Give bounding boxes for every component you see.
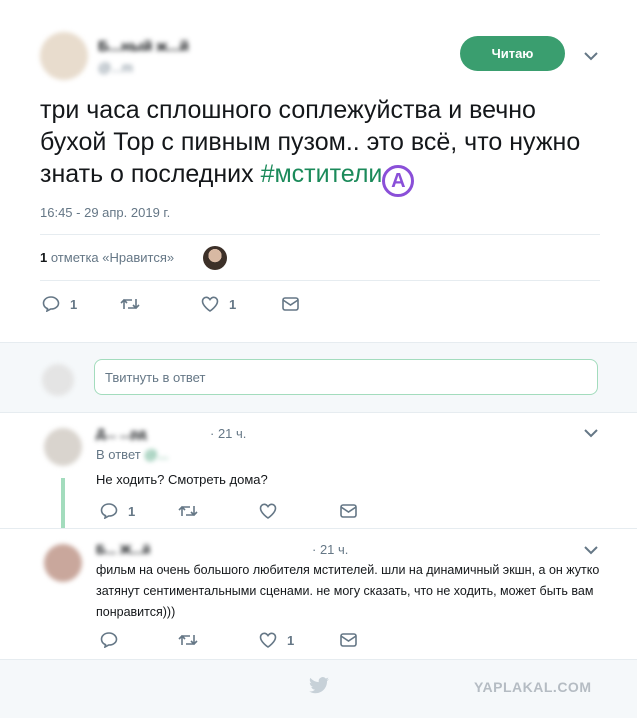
reply-button[interactable]: 1 bbox=[42, 296, 77, 312]
tweet-text: три часа сплошного соплежуйства и вечно … bbox=[40, 94, 600, 197]
reply-count: 1 bbox=[128, 503, 136, 519]
divider bbox=[0, 659, 637, 660]
retweet-button[interactable] bbox=[120, 297, 140, 311]
likes-summary[interactable]: 1 отметка «Нравится» bbox=[40, 250, 174, 265]
avengers-emoji-icon: A bbox=[382, 165, 415, 197]
like-button[interactable] bbox=[259, 503, 277, 519]
likes-count: 1 bbox=[40, 250, 48, 265]
author-handle[interactable]: @...m bbox=[98, 60, 133, 75]
mail-icon bbox=[282, 297, 299, 311]
divider bbox=[40, 280, 600, 281]
reply-time[interactable]: · 21 ч. bbox=[312, 542, 348, 557]
divider bbox=[40, 234, 600, 235]
reply-author-name[interactable]: Б... Ж...й bbox=[96, 542, 150, 557]
reply-time[interactable]: · 21 ч. bbox=[210, 426, 246, 441]
author-avatar[interactable] bbox=[40, 32, 88, 80]
dm-button[interactable] bbox=[340, 633, 357, 647]
twitter-bird-icon bbox=[309, 677, 329, 694]
reply-icon bbox=[100, 503, 118, 519]
follow-button[interactable]: Читаю bbox=[460, 36, 565, 71]
retweet-icon bbox=[178, 505, 198, 517]
reply-icon bbox=[100, 632, 118, 648]
watermark: YAPLAKAL.COM bbox=[474, 679, 592, 695]
reply-count: 1 bbox=[70, 296, 78, 312]
like-button[interactable]: 1 bbox=[201, 296, 236, 312]
reply-to-handle[interactable]: @... bbox=[144, 447, 168, 462]
reply-input[interactable]: Твитнуть в ответ bbox=[94, 359, 598, 395]
hashtag-link[interactable]: #мстители bbox=[261, 160, 383, 188]
mail-icon bbox=[340, 633, 357, 647]
retweet-button[interactable] bbox=[178, 633, 198, 647]
current-user-avatar[interactable] bbox=[42, 364, 74, 396]
retweet-icon bbox=[120, 298, 140, 310]
reply-icon bbox=[42, 296, 60, 312]
tweet-timestamp[interactable]: 16:45 - 29 апр. 2019 г. bbox=[40, 205, 170, 220]
liker-avatar[interactable] bbox=[203, 246, 227, 270]
chevron-down-icon[interactable] bbox=[584, 51, 598, 61]
dm-button[interactable] bbox=[282, 297, 299, 311]
chevron-down-icon[interactable] bbox=[584, 545, 598, 555]
like-count: 1 bbox=[229, 296, 237, 312]
reply-to-label: В ответ @... bbox=[96, 447, 168, 462]
heart-icon bbox=[259, 632, 277, 648]
heart-icon bbox=[201, 296, 219, 312]
reply-text: фильм на очень большого любителя мстител… bbox=[96, 563, 600, 619]
like-count: 1 bbox=[287, 632, 295, 648]
reply-author-name[interactable]: Д... ...рд bbox=[96, 426, 146, 441]
reply-to-text: В ответ bbox=[96, 447, 141, 462]
likes-label: отметка «Нравится» bbox=[50, 250, 175, 265]
reply-author-avatar[interactable] bbox=[44, 428, 82, 466]
chevron-down-icon[interactable] bbox=[584, 428, 598, 438]
heart-icon bbox=[259, 503, 277, 519]
mail-icon bbox=[340, 504, 357, 518]
author-name[interactable]: Б...ный ж...й bbox=[98, 38, 189, 55]
reply-author-avatar[interactable] bbox=[44, 544, 82, 582]
reply-button[interactable]: 1 bbox=[100, 503, 135, 519]
retweet-button[interactable] bbox=[178, 504, 198, 518]
dm-button[interactable] bbox=[340, 504, 357, 518]
reply-button[interactable] bbox=[100, 632, 118, 648]
like-button[interactable]: 1 bbox=[259, 632, 294, 648]
reply-text: Не ходить? Смотреть дома? bbox=[96, 472, 268, 487]
retweet-icon bbox=[178, 634, 198, 646]
